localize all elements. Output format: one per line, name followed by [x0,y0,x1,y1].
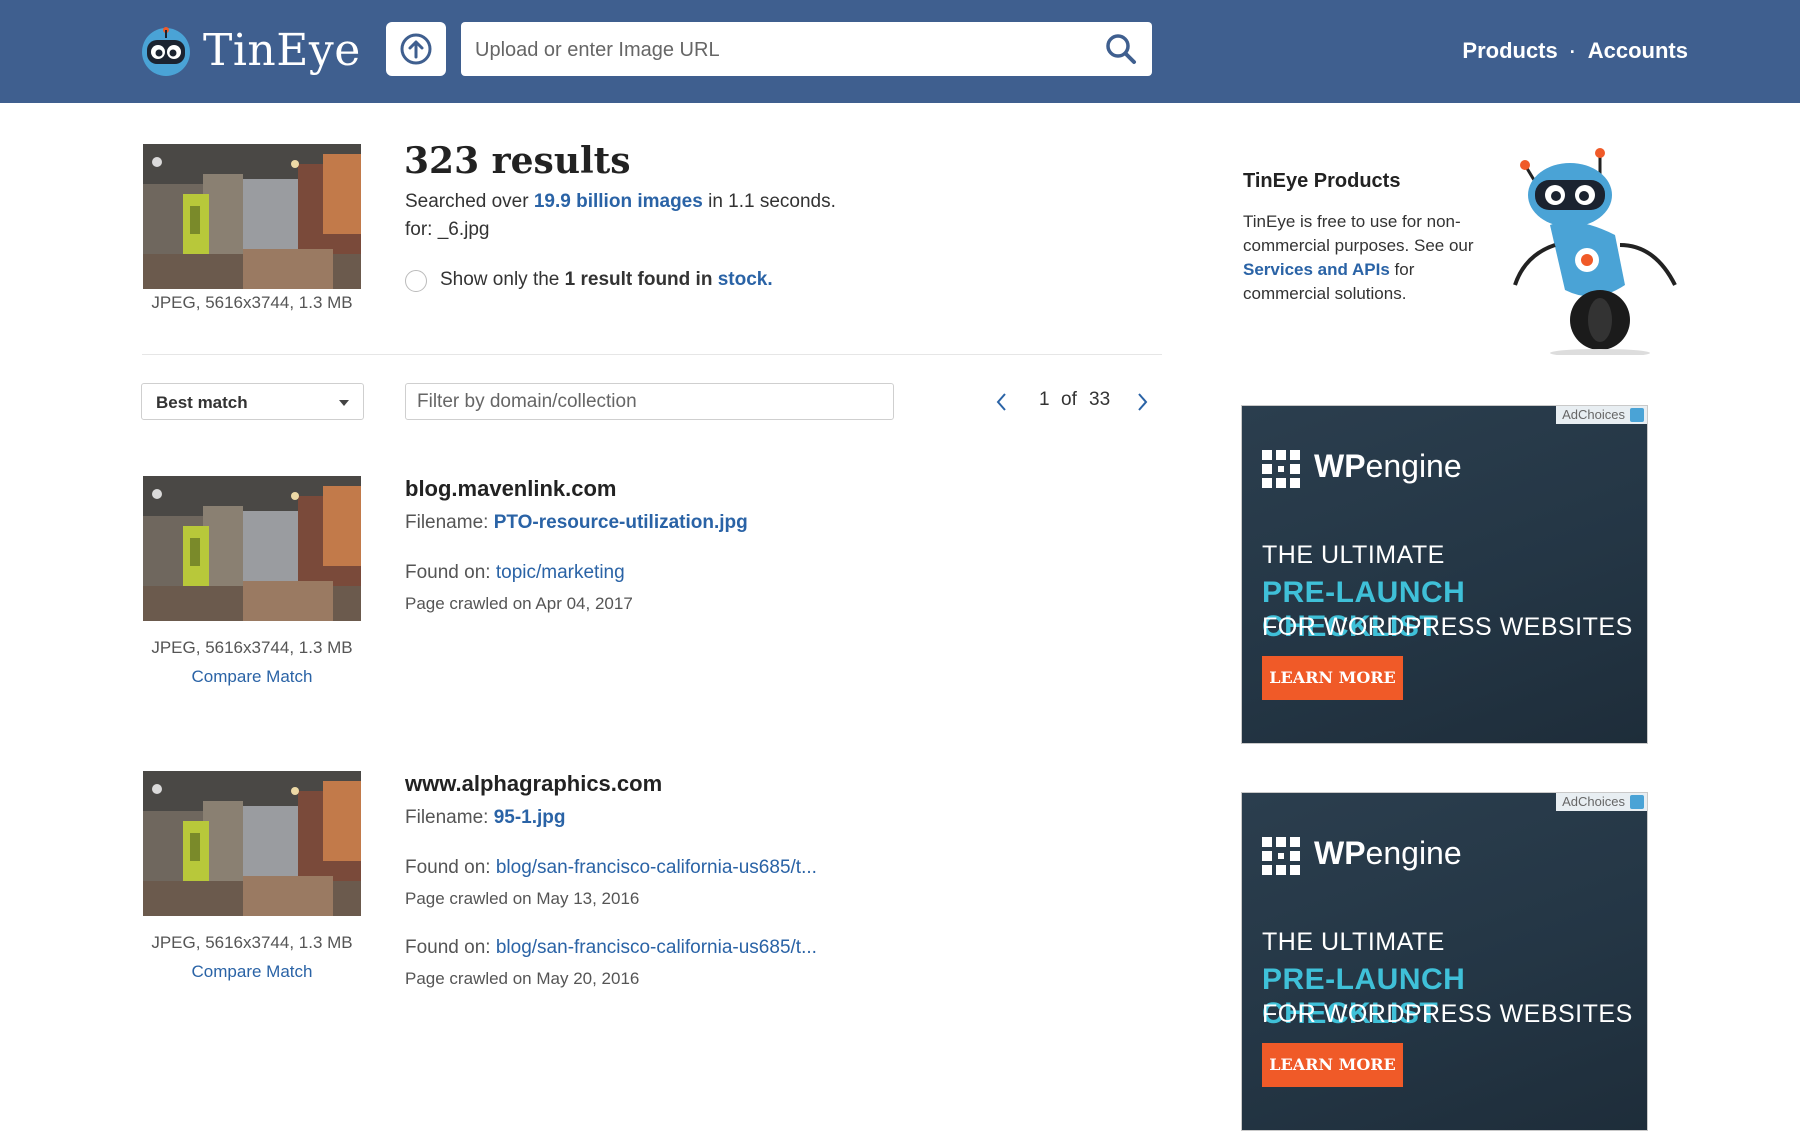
products-description: TinEye is free to use for non-commercial… [1243,210,1483,306]
result-image-meta: JPEG, 5616x3744, 1.3 MB [151,638,353,657]
caret-down-icon [339,400,349,406]
robot-mascot-icon [1513,148,1677,355]
billion-images-link[interactable]: 19.9 billion images [534,191,703,212]
page-current: 1 [1039,389,1050,410]
searched-suffix: in 1.1 seconds. [708,191,836,212]
header-nav: Products · Accounts [1462,38,1688,64]
sort-selected-value: Best match [156,393,248,412]
page-total: 33 [1089,389,1111,410]
page-of: of [1061,389,1077,410]
chevron-right-icon[interactable] [1135,391,1149,413]
search-icon[interactable] [1104,32,1138,66]
searched-line: Searched over 19.9 billion images in 1.1… [405,191,836,213]
found-on-label: Found on: [405,937,491,958]
brand-bold: WP [1314,835,1366,871]
found-on-link[interactable]: blog/san-francisco-california-us685/t... [496,937,817,958]
found-on-line: Found on: topic/marketing [405,562,625,584]
filename-link[interactable]: PTO-resource-utilization.jpg [494,512,748,533]
compare-match-link[interactable]: Compare Match [143,962,361,982]
result-domain: www.alphagraphics.com [405,771,663,796]
upload-image-button[interactable] [386,22,446,76]
stock-prefix: Show only the [440,269,560,290]
crawl-date: Page crawled on Apr 04, 2017 [405,594,633,613]
adchoices-text: AdChoices [1562,407,1625,422]
query-filename: for: _6.jpg [405,219,490,240]
stock-suffix: . [767,269,773,290]
result-filename-line: Filename: 95-1.jpg [405,807,566,829]
stock-link[interactable]: stock [718,269,768,290]
tineye-logo[interactable]: TinEye [139,24,361,78]
brand-light: engine [1365,835,1462,871]
nav-products-link[interactable]: Products [1462,38,1557,63]
result-thumbnail[interactable] [143,476,361,621]
found-on-line: Found on: blog/san-francisco-california-… [405,857,817,879]
found-on-label: Found on: [405,562,491,583]
products-text-1: TinEye is free to use for non-commercial… [1243,212,1474,255]
adchoices-label[interactable]: AdChoices [1556,793,1647,811]
query-image-thumbnail[interactable] [143,144,361,289]
learn-more-button[interactable]: LEARN MORE [1262,656,1403,700]
top-bar: TinEye Products · Accounts [0,0,1800,103]
adchoices-text: AdChoices [1562,794,1625,809]
found-on-link[interactable]: topic/marketing [496,562,625,583]
image-url-input[interactable] [473,22,1077,78]
wpengine-ad[interactable]: AdChoices WPengine THE ULTIMATE PRE-LAUN… [1241,792,1648,1131]
products-heading: TinEye Products [1243,170,1401,192]
upload-arrow-icon [400,33,432,65]
found-on-line: Found on: blog/san-francisco-california-… [405,937,817,959]
stock-count: 1 result found in [564,269,713,290]
results-count: 323 results [404,140,631,182]
filename-label: Filename: [405,807,489,828]
ad-line-3: FOR WORDPRESS WEBSITES [1262,1000,1633,1028]
result-domain: blog.mavenlink.com [405,476,617,501]
crawl-date: Page crawled on May 13, 2016 [405,889,640,908]
summary-divider [142,354,1162,355]
adchoices-icon [1630,408,1644,422]
result-image-meta: JPEG, 5616x3744, 1.3 MB [151,933,353,952]
query-image-meta: JPEG, 5616x3744, 1.3 MB [151,293,353,312]
result-thumbnail[interactable] [143,771,361,916]
office-photo-image [143,771,361,916]
wpengine-brand: WPengine [1314,448,1462,485]
stock-filter-label: Show only the 1 result found in stock. [440,269,773,291]
ad-line-3: FOR WORDPRESS WEBSITES [1262,613,1633,641]
office-photo-image [143,476,361,621]
brand-name: TinEye [203,25,361,76]
result-filename-line: Filename: PTO-resource-utilization.jpg [405,512,748,534]
nav-separator: · [1569,42,1576,62]
wpengine-brand: WPengine [1314,835,1462,872]
found-on-label: Found on: [405,857,491,878]
brand-light: engine [1365,448,1462,484]
ad-line-1: THE ULTIMATE [1262,541,1445,569]
domain-filter-input[interactable] [405,383,894,420]
sort-dropdown[interactable]: Best match [141,383,364,420]
filename-link[interactable]: 95-1.jpg [494,807,566,828]
crawl-date: Page crawled on May 20, 2016 [405,969,640,988]
adchoices-label[interactable]: AdChoices [1556,406,1647,424]
chevron-left-icon[interactable] [995,391,1009,413]
found-on-link[interactable]: blog/san-francisco-california-us685/t... [496,857,817,878]
filename-label: Filename: [405,512,489,533]
image-url-search-box [461,22,1152,78]
searched-prefix: Searched over [405,191,529,212]
compare-match-link[interactable]: Compare Match [143,667,361,687]
tineye-robot-logo-icon [142,27,190,76]
wpengine-logo-icon [1262,450,1300,488]
services-apis-link[interactable]: Services and APIs [1243,260,1390,279]
office-photo-image [143,144,361,289]
learn-more-button[interactable]: LEARN MORE [1262,1043,1403,1087]
ad-line-1: THE ULTIMATE [1262,928,1445,956]
wpengine-logo-icon [1262,837,1300,875]
wpengine-ad[interactable]: AdChoices WPengine THE ULTIMATE PRE-LAUN… [1241,405,1648,744]
stock-only-radio[interactable] [405,270,427,292]
brand-bold: WP [1314,448,1366,484]
nav-accounts-link[interactable]: Accounts [1588,38,1688,63]
adchoices-icon [1630,795,1644,809]
